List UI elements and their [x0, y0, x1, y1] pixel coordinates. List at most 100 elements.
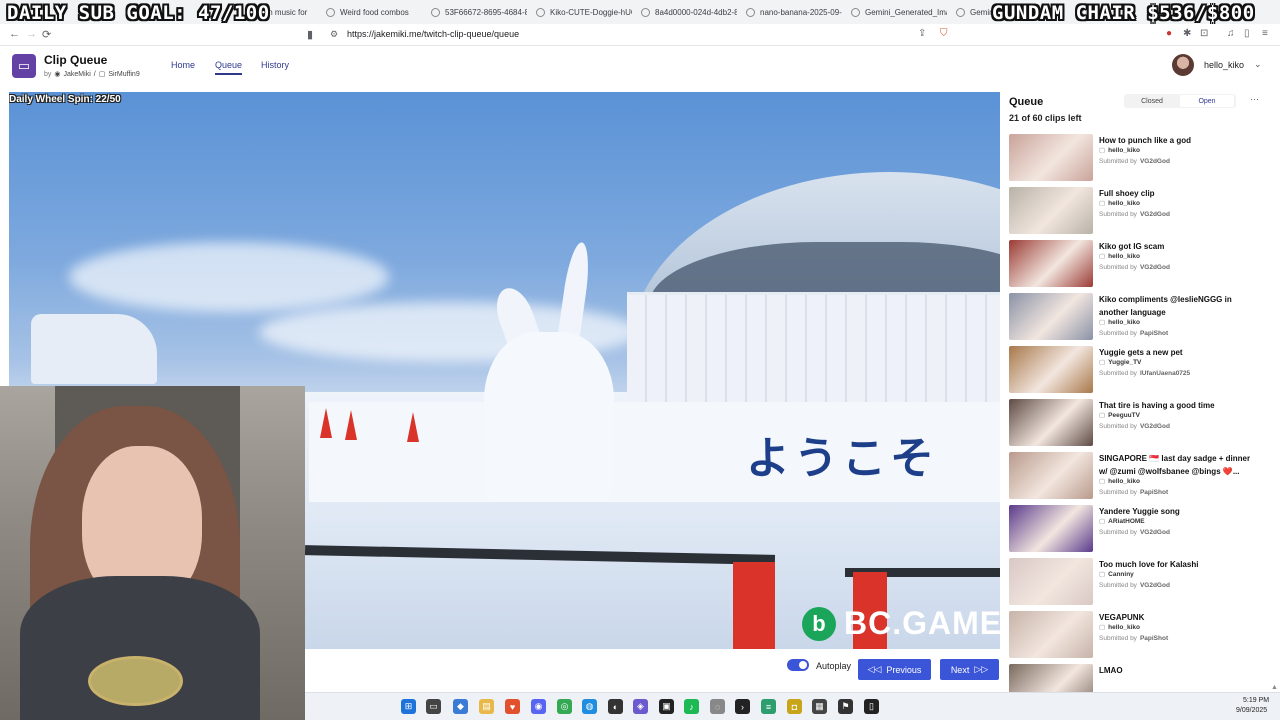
- command-prompt-icon[interactable]: ›: [735, 699, 750, 714]
- app-icon[interactable]: ◌: [710, 699, 725, 714]
- queue-closed-option[interactable]: Closed: [1128, 95, 1176, 107]
- back-icon[interactable]: ←: [9, 28, 20, 40]
- tab-title: 8a4d0000-024d-4db2-8: [655, 7, 737, 17]
- app-icon[interactable]: ⚑: [838, 699, 853, 714]
- copilot-icon[interactable]: ◆: [453, 699, 468, 714]
- clip-thumbnail[interactable]: [1009, 134, 1093, 181]
- clip-channel-row: ▢ Canniny: [1099, 570, 1134, 579]
- share-icon[interactable]: ⇪: [918, 28, 926, 39]
- globe-icon: [641, 7, 650, 17]
- globe-icon: [851, 7, 860, 17]
- edge-icon[interactable]: ◍: [582, 699, 597, 714]
- clip-thumbnail[interactable]: [1009, 611, 1093, 658]
- queue-clip-item[interactable]: Yuggie gets a new pet ▢ Yuggie_TV Submitted…: [1009, 346, 1269, 394]
- browser-tab[interactable]: Kiko-CUTE-Doggie-hUG: [536, 3, 632, 21]
- clip-thumbnail[interactable]: [1009, 240, 1093, 287]
- previous-button[interactable]: ◁◁ Previous: [858, 659, 931, 680]
- browser-tab[interactable]: nano-banana-2025-09-0: [746, 3, 842, 21]
- user-name[interactable]: hello_kiko: [1204, 60, 1244, 70]
- windows-start-icon[interactable]: ⊞: [401, 699, 416, 714]
- author-link[interactable]: SirMuffin9: [108, 71, 139, 78]
- queue-clip-item[interactable]: SINGAPORE 🇸🇬 last day sadge + dinner w/ …: [1009, 452, 1269, 500]
- nav-queue[interactable]: Queue: [215, 60, 243, 75]
- app-icon[interactable]: ◈: [633, 699, 648, 714]
- welcome-sign: ようこそ: [746, 433, 938, 484]
- browser-tab[interactable]: 53F66672-8695-4684-8: [431, 3, 527, 21]
- brave-shield-icon[interactable]: ⛉: [940, 28, 948, 39]
- next-label: Next: [950, 664, 970, 675]
- browser-tab[interactable]: Gemini_Generated_Imag: [851, 3, 947, 21]
- scroll-down-icon[interactable]: ▲: [1271, 684, 1278, 691]
- traffic-cone: [320, 408, 332, 438]
- browser-tab[interactable]: Gemini: [956, 3, 996, 21]
- queue-open-option[interactable]: Open: [1180, 95, 1234, 107]
- clip-thumbnail[interactable]: [1009, 558, 1093, 605]
- clip-thumbnail[interactable]: [1009, 452, 1093, 499]
- sidebar-icon[interactable]: ▯: [1244, 28, 1250, 39]
- queue-clip-item[interactable]: Yandere Yuggie song ▢ ARiatHOME Submitted b…: [1009, 505, 1269, 553]
- clip-thumbnail[interactable]: [1009, 187, 1093, 234]
- submitter-name: PapiShot: [1139, 489, 1169, 496]
- discord-icon[interactable]: ◉: [531, 699, 546, 714]
- avatar[interactable]: [1172, 54, 1194, 76]
- clip-channel: hello_kiko: [1108, 477, 1140, 485]
- forward-icon[interactable]: →: [26, 28, 37, 40]
- nav-history[interactable]: History: [261, 60, 289, 70]
- clip-title[interactable]: SINGAPORE 🇸🇬 last day sadge + dinner w/ …: [1099, 453, 1259, 478]
- submitted-by-label: Submitted by: [1099, 370, 1137, 377]
- queue-clip-item[interactable]: Too much love for Kalashi ▢ Canniny Submitt…: [1009, 558, 1269, 606]
- app-icon[interactable]: ▦: [812, 699, 827, 714]
- clip-title[interactable]: Kiko compliments @leslieNGGG in another …: [1099, 294, 1259, 319]
- queue-clip-item[interactable]: Kiko compliments @leslieNGGG in another …: [1009, 293, 1269, 341]
- spotify-icon[interactable]: ♪: [684, 699, 699, 714]
- file-explorer-icon[interactable]: ▤: [479, 699, 494, 714]
- clip-channel-row: ▢ ARiatHOME: [1099, 517, 1145, 526]
- queue-clip-item[interactable]: How to punch like a god ▢ hello_kiko Submit…: [1009, 134, 1269, 182]
- chrome-icon[interactable]: ◎: [557, 699, 572, 714]
- browser-tab[interactable]: 8a4d0000-024d-4db2-8: [641, 3, 737, 21]
- reload-icon[interactable]: ⟳: [42, 28, 51, 41]
- notepad-icon[interactable]: ≡: [761, 699, 776, 714]
- clip-thumbnail[interactable]: [1009, 346, 1093, 393]
- autoplay-toggle[interactable]: [787, 659, 809, 671]
- brave-browser-icon[interactable]: ♥: [505, 699, 520, 714]
- clip-channel-row: ▢ hello_kiko: [1099, 252, 1140, 261]
- obs-icon[interactable]: ◐: [608, 699, 623, 714]
- bc-game-icon: b: [802, 606, 836, 641]
- queue-clip-item[interactable]: LMAO: [1009, 664, 1269, 711]
- bookmark-icon[interactable]: ▮: [307, 28, 313, 41]
- queue-clip-item[interactable]: Full shoey clip ▢ hello_kiko Submitted by VG…: [1009, 187, 1269, 235]
- queue-clip-item[interactable]: VEGAPUNK ▢ hello_kiko Submitted by PapiShot: [1009, 611, 1269, 659]
- music-icon[interactable]: ♫: [1227, 28, 1235, 39]
- terminal-icon[interactable]: ▣: [659, 699, 674, 714]
- app-header: ▭ Clip Queue by ◉ JakeMiki / ▢ SirMuffin…: [0, 47, 1280, 87]
- clip-thumbnail[interactable]: [1009, 505, 1093, 552]
- more-options-icon[interactable]: ···: [1250, 94, 1259, 104]
- terminal-icon[interactable]: ▯: [864, 699, 879, 714]
- queue-clip-item[interactable]: That tire is having a good time ▢ PeeguuTV…: [1009, 399, 1269, 447]
- clip-thumbnail[interactable]: [1009, 293, 1093, 340]
- chevron-down-icon[interactable]: ⌄: [1254, 59, 1262, 70]
- queue-clip-item[interactable]: Kiko got IG scam ▢ hello_kiko Submitted by V…: [1009, 240, 1269, 288]
- submitter-name: VG2dGod: [1139, 582, 1170, 589]
- browser-tab[interactable]: Weird food combos: [326, 3, 424, 21]
- puzzle-icon[interactable]: ✱: [1183, 28, 1191, 39]
- menu-icon[interactable]: ≡: [1262, 28, 1268, 39]
- clip-title[interactable]: LMAO: [1099, 665, 1259, 678]
- extension-icon[interactable]: ●: [1166, 28, 1172, 39]
- author-link[interactable]: JakeMiki: [64, 71, 91, 78]
- clip-thumbnail[interactable]: [1009, 399, 1093, 446]
- task-view-icon[interactable]: ▭: [426, 699, 441, 714]
- nav-home[interactable]: Home: [171, 60, 195, 70]
- next-button[interactable]: Next ▷▷: [940, 659, 999, 680]
- skip-forward-icon: ▷▷: [974, 664, 989, 674]
- clock-date[interactable]: 9/09/2025: [1236, 707, 1267, 714]
- sub-goal-overlay: DAILY SUB GOAL: 47/100: [7, 2, 270, 24]
- clock-time[interactable]: 5:19 PM: [1243, 697, 1269, 704]
- screenshot-icon[interactable]: ⊡: [1200, 28, 1208, 39]
- submitter-name: VG2dGod: [1139, 211, 1170, 218]
- twitch-tv-icon[interactable]: ▭: [12, 54, 36, 78]
- url-field[interactable]: https://jakemiki.me/twitch-clip-queue/qu…: [347, 29, 519, 39]
- app-icon[interactable]: ◘: [787, 699, 802, 714]
- site-settings-icon[interactable]: ⚙: [330, 29, 338, 40]
